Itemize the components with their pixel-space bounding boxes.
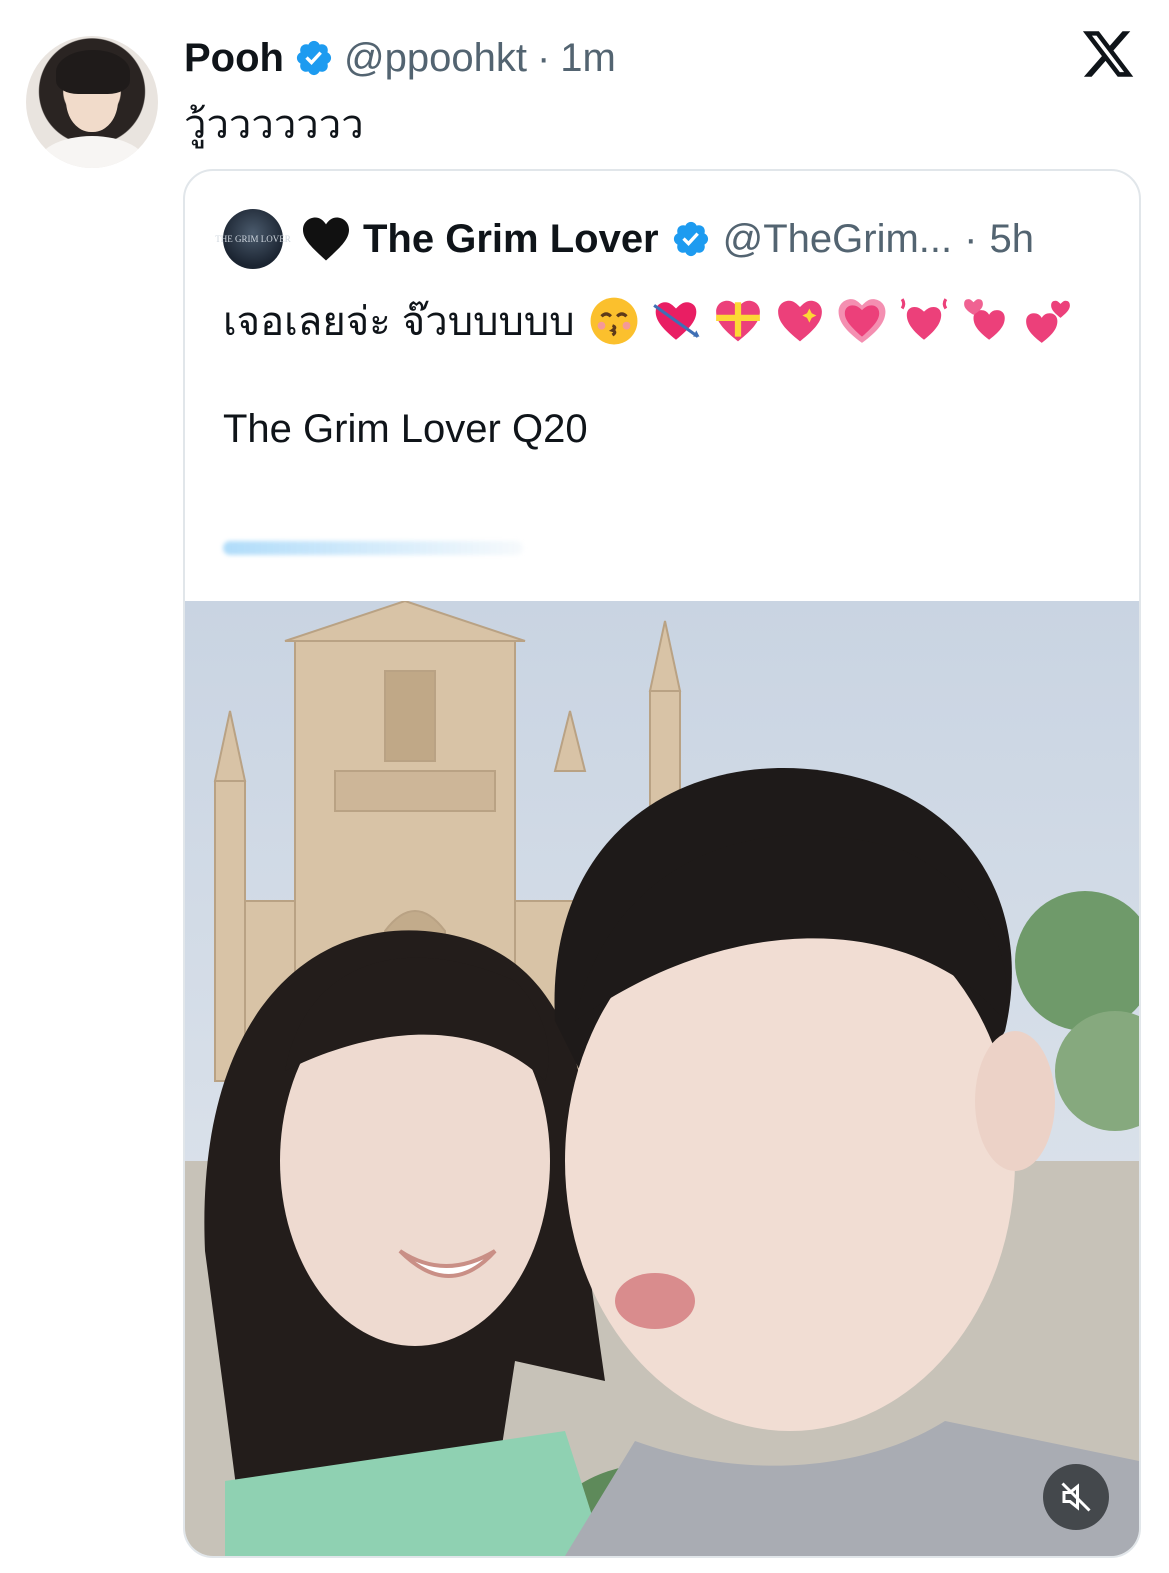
- video-frame-illustration: [185, 601, 1139, 1556]
- verified-badge-icon: [673, 221, 708, 257]
- quoted-timestamp[interactable]: 5h: [989, 217, 1034, 262]
- tweet-timestamp[interactable]: 1m: [560, 36, 616, 81]
- tweet-header: Pooh @ppoohkt · 1m: [184, 30, 616, 86]
- speaker-muted-icon: [1061, 1482, 1091, 1512]
- x-logo-icon[interactable]: [1080, 26, 1136, 82]
- avatar-shirt: [36, 136, 148, 168]
- two-hearts-emoji-icon: [1025, 300, 1070, 343]
- growing-heart-emoji-icon: [838, 299, 886, 343]
- quoted-tweet-header: THE GRIM LOVER The Grim Lover @TheGrim..…: [215, 207, 1034, 271]
- dot-separator: ·: [536, 35, 551, 80]
- quoted-tweet-text-row: เจอเลยจ่ะ จ๊วบบบบบ: [223, 289, 1073, 353]
- kissing-face-emoji-icon: [590, 297, 638, 345]
- quoted-tweet-card[interactable]: THE GRIM LOVER The Grim Lover @TheGrim..…: [183, 169, 1141, 1558]
- quoted-author-handle[interactable]: @TheGrim...: [723, 217, 953, 262]
- quoted-author-avatar[interactable]: THE GRIM LOVER: [215, 209, 291, 269]
- quoted-tweet-text: เจอเลยจ่ะ จ๊วบบบบบ: [223, 300, 575, 344]
- heart-with-ribbon-emoji-icon: [715, 300, 760, 342]
- author-handle[interactable]: @ppoohkt: [344, 36, 527, 81]
- video-media[interactable]: [185, 601, 1139, 1556]
- avatar-hair: [56, 50, 130, 94]
- sparkling-heart-emoji-icon: [777, 300, 822, 342]
- quoted-subtitle: The Grim Lover Q20: [223, 407, 588, 451]
- dot-separator: ·: [964, 216, 978, 261]
- black-heart-icon: [303, 217, 349, 261]
- author-name[interactable]: Pooh: [184, 36, 284, 81]
- quoted-author-name[interactable]: The Grim Lover: [363, 217, 659, 262]
- tweet-text: วู้ววววววว: [184, 103, 364, 147]
- blurred-link[interactable]: [223, 541, 523, 555]
- mute-toggle-button[interactable]: [1043, 1464, 1109, 1530]
- author-avatar[interactable]: [26, 36, 158, 168]
- emoji-row: [589, 296, 1073, 346]
- verified-badge-icon: [296, 40, 332, 76]
- heart-with-arrow-emoji-icon: [652, 302, 700, 340]
- revolving-hearts-emoji-icon: [963, 299, 1005, 340]
- beating-heart-emoji-icon: [900, 298, 947, 340]
